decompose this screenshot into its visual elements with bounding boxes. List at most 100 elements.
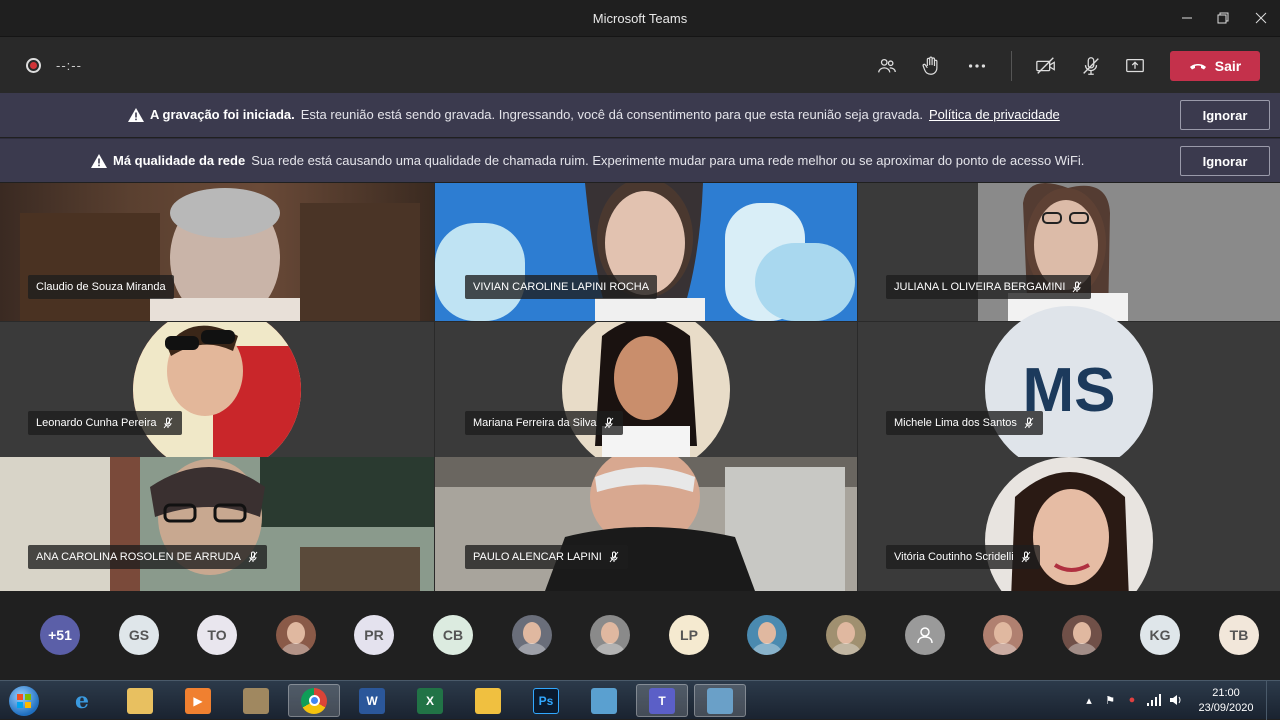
participant-initials: KG — [1149, 627, 1171, 643]
video-grid: Claudio de Souza Miranda VIVIAN CAROLINE… — [0, 183, 1280, 591]
teams-icon: T — [649, 687, 675, 714]
mic-off-icon — [248, 551, 258, 563]
system-clock[interactable]: 21:00 23/09/2020 — [1194, 686, 1258, 716]
profile-photo — [987, 622, 1019, 655]
windows-logo-icon — [9, 685, 39, 716]
taskbar-explorer[interactable] — [114, 684, 166, 717]
mic-off-icon — [604, 417, 613, 429]
media-player-icon: ▶ — [185, 687, 211, 714]
ignore-network-button[interactable]: Ignorar — [1180, 146, 1270, 176]
participant-avatar[interactable]: CB — [433, 615, 473, 655]
taskbar-window[interactable] — [694, 684, 746, 717]
video-tile[interactable]: VIVIAN CAROLINE LAPINI ROCHA — [435, 183, 857, 321]
taskbar-teams[interactable]: T — [636, 684, 688, 717]
participant-avatar[interactable]: LP — [669, 615, 709, 655]
participant-avatar[interactable]: GS — [119, 615, 159, 655]
taskbar-app[interactable] — [230, 684, 282, 717]
video-tile[interactable]: Claudio de Souza Miranda — [0, 183, 434, 321]
avatar — [985, 457, 1153, 591]
flag-icon[interactable]: ⚑ — [1102, 692, 1118, 708]
participant-avatar[interactable] — [590, 615, 630, 655]
participant-avatar[interactable] — [1062, 615, 1102, 655]
video-tile[interactable]: MS Michele Lima dos Santos — [858, 306, 1280, 474]
meeting-timer: --:-- — [56, 58, 82, 73]
signal-icon[interactable] — [1146, 692, 1162, 708]
taskbar-mail[interactable] — [462, 684, 514, 717]
participant-avatar[interactable] — [512, 615, 552, 655]
leave-button[interactable]: Sair — [1170, 51, 1260, 81]
taskbar-excel[interactable]: X — [404, 684, 456, 717]
network-banner: Má qualidade da rede Sua rede está causa… — [0, 138, 1280, 182]
excel-icon: X — [417, 687, 443, 714]
profile-photo — [751, 622, 783, 655]
more-options-icon[interactable] — [961, 51, 993, 81]
profile-photo — [594, 622, 626, 655]
taskbar-word[interactable]: W — [346, 684, 398, 717]
hang-up-icon — [1189, 64, 1206, 70]
video-tile[interactable]: Leonardo Cunha Pereira — [0, 322, 434, 457]
mic-off-icon — [609, 551, 619, 563]
video-tile[interactable]: PAULO ALENCAR LAPINI — [435, 457, 857, 591]
video-tile[interactable]: JULIANA L OLIVEIRA BERGAMINI — [858, 183, 1280, 321]
video-feed — [435, 457, 857, 591]
mic-off-icon[interactable] — [1075, 51, 1107, 81]
participant-name: Vitória Coutinho Scridelli — [894, 551, 1014, 563]
raise-hand-icon[interactable] — [915, 51, 947, 81]
network-banner-title: Má qualidade da rede — [113, 153, 246, 168]
window-app-icon — [707, 687, 733, 714]
volume-icon[interactable] — [1168, 692, 1184, 708]
participant-avatar[interactable]: +51 — [40, 615, 80, 655]
participant-name-tag: Claudio de Souza Miranda — [28, 275, 174, 299]
mic-off-icon — [1072, 281, 1082, 293]
participant-initials: PR — [364, 627, 384, 643]
mic-off-icon — [1021, 551, 1031, 563]
mic-off-icon — [164, 417, 173, 429]
participant-avatar[interactable] — [826, 615, 866, 655]
person-icon — [917, 627, 933, 644]
participant-initials: TB — [1229, 627, 1249, 643]
video-feed — [0, 457, 434, 591]
taskbar-photoshop[interactable]: Ps — [520, 684, 572, 717]
mail-icon — [475, 687, 501, 714]
privacy-policy-link[interactable]: Política de privacidade — [929, 107, 1060, 122]
participant-avatar[interactable] — [905, 615, 945, 655]
taskbar-app2[interactable] — [578, 684, 630, 717]
taskbar-media[interactable]: ▶ — [172, 684, 224, 717]
participant-avatar[interactable]: TB — [1219, 615, 1259, 655]
video-tile[interactable]: Mariana Ferreira da Silva — [435, 322, 857, 457]
participant-name-tag: PAULO ALENCAR LAPINI — [465, 545, 628, 569]
clock-date: 23/09/2020 — [1198, 702, 1254, 714]
participant-name: Mariana Ferreira da Silva — [473, 417, 597, 429]
participant-initials: LP — [680, 627, 698, 643]
participant-name: JULIANA L OLIVEIRA BERGAMINI — [894, 281, 1066, 293]
title-bar: Microsoft Teams — [0, 0, 1280, 36]
participant-name-tag: Leonardo Cunha Pereira — [28, 411, 183, 435]
recording-banner-title: A gravação foi iniciada. — [150, 107, 295, 122]
taskbar-chrome[interactable] — [288, 684, 340, 717]
participants-icon[interactable] — [871, 51, 903, 81]
participant-avatar[interactable]: TO — [197, 615, 237, 655]
participant-avatar[interactable] — [983, 615, 1023, 655]
video-tile[interactable]: Vitória Coutinho Scridelli — [858, 457, 1280, 591]
participant-avatar[interactable] — [747, 615, 787, 655]
video-feed — [858, 183, 1280, 321]
participant-name: Claudio de Souza Miranda — [36, 281, 166, 293]
show-desktop-button[interactable] — [1266, 681, 1280, 720]
avatar: MS — [985, 306, 1153, 474]
participant-avatar[interactable] — [276, 615, 316, 655]
security-icon[interactable]: ● — [1124, 692, 1140, 708]
share-screen-icon[interactable] — [1119, 51, 1151, 81]
participant-avatar[interactable]: PR — [354, 615, 394, 655]
start-button[interactable] — [0, 684, 48, 717]
close-icon[interactable] — [1238, 0, 1280, 36]
ignore-recording-button[interactable]: Ignorar — [1180, 100, 1270, 130]
tray-expand-icon[interactable]: ▴ — [1081, 692, 1097, 708]
camera-off-icon[interactable] — [1030, 51, 1062, 81]
video-tile[interactable]: ANA CAROLINA ROSOLEN DE ARRUDA — [0, 457, 434, 591]
network-app-icon — [591, 687, 617, 714]
mic-off-icon — [1024, 417, 1034, 429]
participant-initials: +51 — [48, 627, 72, 643]
taskbar-ie[interactable]: e — [56, 684, 108, 717]
participant-avatar[interactable]: KG — [1140, 615, 1180, 655]
warning-icon — [128, 107, 144, 122]
